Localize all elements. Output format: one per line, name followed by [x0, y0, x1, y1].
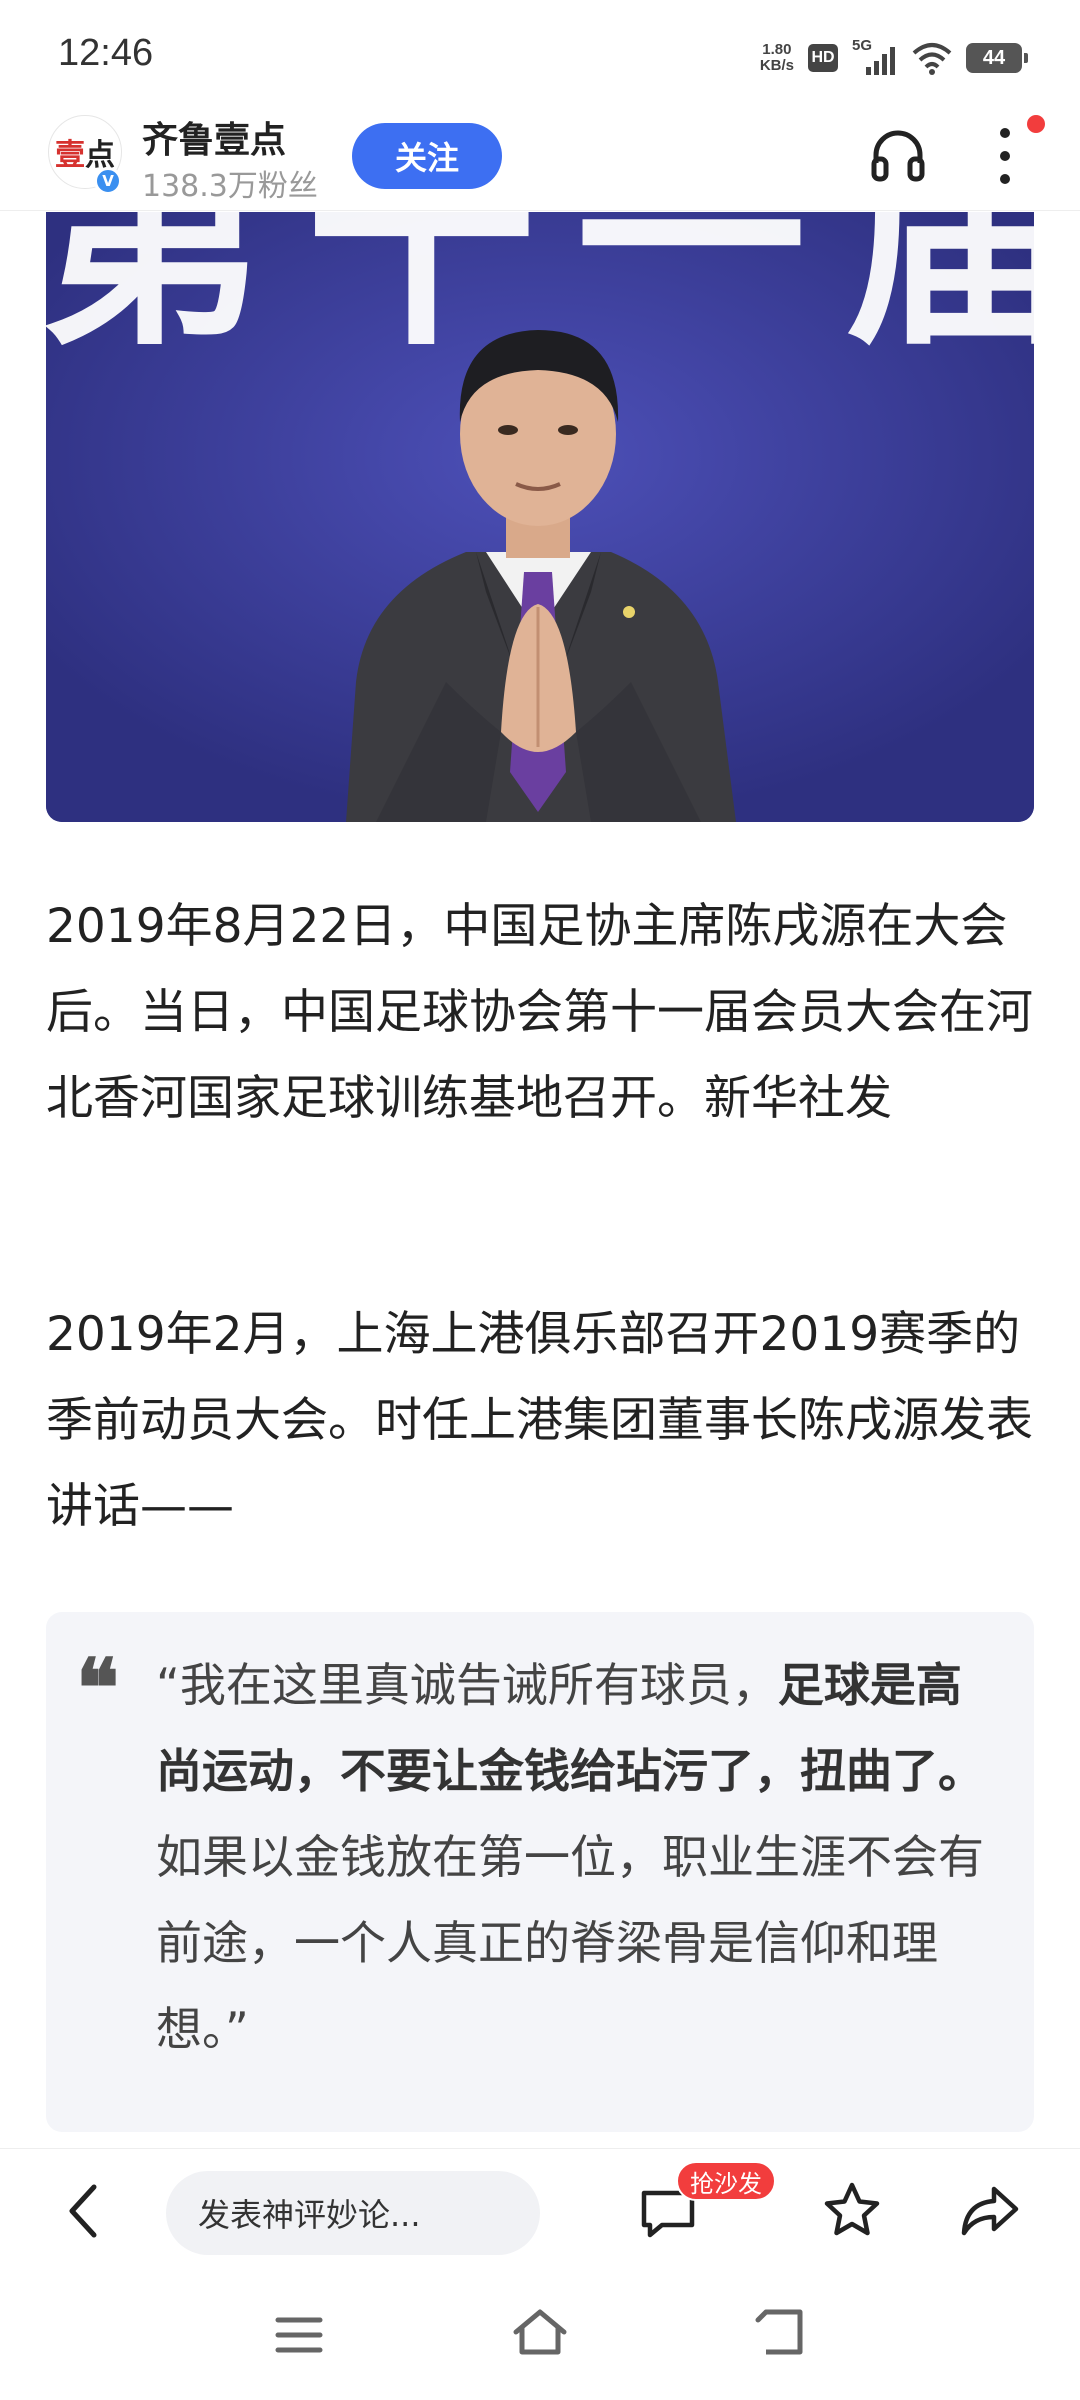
article-paragraph: 2019年8月22日，中国足协主席陈戌源在大会后。当日，中国足球协会第十一届会员… [46, 899, 1033, 1126]
network-speed-unit: KB/s [759, 57, 794, 74]
quote-text-open: “我在这里真诚告诫所有球员， [156, 1658, 778, 1712]
author-fans-count: 138.3万粉丝 [142, 169, 318, 204]
headphone-icon[interactable] [868, 125, 928, 185]
more-options-icon[interactable] [985, 121, 1025, 191]
article-header: 壹点 V 齐鲁壹点 138.3万粉丝 关注 [0, 105, 1080, 211]
sofa-badge: 抢沙发 [676, 2161, 776, 2201]
back-arrow-icon[interactable] [60, 2181, 110, 2241]
wifi-icon [912, 43, 952, 75]
notification-dot [1027, 115, 1045, 133]
battery-icon: 44 [966, 43, 1028, 73]
quote-icon: ❝ [76, 1641, 120, 1735]
share-icon[interactable] [958, 2179, 1022, 2243]
follow-button[interactable]: 关注 [352, 123, 502, 189]
hd-icon: HD [808, 44, 838, 72]
quote-text: “我在这里真诚告诫所有球员，足球是高尚运动，不要让金钱给玷污了，扭曲了。如果以金… [156, 1642, 1006, 2072]
status-bar: 12:46 1.80 KB/s HD 5G 44 [0, 0, 1080, 105]
favorite-star-icon[interactable] [820, 2179, 884, 2243]
cellular-signal-icon: 5G [852, 37, 898, 77]
verified-icon: V [94, 167, 122, 195]
article-content: 第十一届 2019年8月22日，中国足协主席陈戌源在大会后。当日，中国足球协会第… [0, 212, 1080, 2147]
article-paragraph: 2019年2月，上海上港俱乐部召开2019赛季的季前动员大会。时任上港集团董事长… [46, 1307, 1033, 1534]
system-navigation-bar [0, 2272, 1080, 2400]
article-photo[interactable]: 第十一届 [46, 212, 1034, 822]
quote-text-rest: 如果以金钱放在第一位，职业生涯不会有前途，一个人真正的脊梁骨是信仰和理想。” [156, 1830, 984, 2056]
status-time: 12:46 [58, 32, 154, 74]
bottom-toolbar: 发表神评妙论... 抢沙发 [0, 2148, 1080, 2272]
recent-apps-icon[interactable] [272, 2308, 326, 2362]
home-icon[interactable] [510, 2302, 570, 2362]
network-speed-value: 1.80 [762, 41, 792, 58]
network-type-label: 5G [852, 37, 873, 54]
network-speed: 1.80 KB/s [760, 42, 794, 74]
author-name[interactable]: 齐鲁壹点 [142, 111, 286, 163]
comment-input[interactable]: 发表神评妙论... [166, 2171, 540, 2255]
quote-block: ❝ “我在这里真诚告诫所有球员，足球是高尚运动，不要让金钱给玷污了，扭曲了。如果… [46, 1612, 1034, 2132]
system-back-icon[interactable] [752, 2304, 808, 2360]
status-icons: 1.80 KB/s HD 5G 44 [760, 36, 1028, 80]
